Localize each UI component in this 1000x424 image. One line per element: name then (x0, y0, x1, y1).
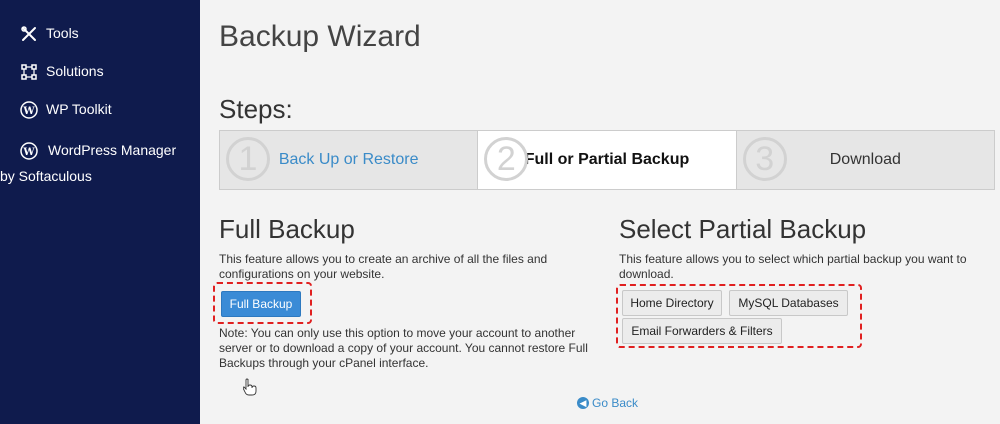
step-label[interactable]: Back Up or Restore (279, 151, 419, 169)
email-forwarders-filters-button[interactable]: Email Forwarders & Filters (622, 318, 782, 344)
sidebar-item-label: WP Toolkit (46, 101, 112, 117)
sidebar-item-label: WordPress Manager (48, 142, 177, 158)
step-download: 3 Download (736, 131, 994, 189)
sidebar-item-solutions[interactable]: Solutions (20, 63, 104, 81)
full-backup-description: This feature allows you to create an arc… (219, 252, 548, 281)
go-back-label: Go Back (592, 396, 639, 410)
sidebar-item-label: Tools (46, 25, 79, 41)
step-label: Full or Partial Backup (524, 151, 690, 168)
step-number: 2 (484, 137, 529, 181)
main-content: Backup Wizard Steps: 1 Back Up or Restor… (200, 0, 1000, 424)
wordpress-icon: W (20, 142, 38, 161)
full-backup-note: Note: You can only use this option to mo… (219, 326, 588, 370)
hand-cursor-icon (243, 378, 257, 396)
step-label: Download (829, 151, 901, 168)
go-back-link[interactable]: ◀ Go Back (577, 396, 638, 410)
steps-bar: 1 Back Up or Restore 2 Full or Partial B… (219, 130, 995, 190)
sidebar: Tools Solutions W WP Toolkit W WordPress… (0, 0, 200, 424)
wordpress-icon: W (20, 101, 38, 119)
step-number: 1 (226, 137, 270, 181)
step-number: 3 (742, 137, 787, 181)
arrow-left-icon: ◀ (577, 397, 589, 409)
steps-heading: Steps: (219, 94, 293, 124)
sidebar-item-label-2: by Softaculous (0, 168, 92, 184)
home-directory-button[interactable]: Home Directory (622, 290, 722, 316)
partial-backup-description: This feature allows you to select which … (619, 252, 967, 281)
solutions-icon (20, 63, 38, 81)
sidebar-item-label: Solutions (46, 63, 104, 79)
step-back-up-or-restore[interactable]: 1 Back Up or Restore (220, 131, 479, 189)
sidebar-item-wordpress-manager[interactable]: W WordPress Manager by Softaculous (0, 137, 195, 189)
tools-icon (20, 25, 38, 43)
sidebar-item-tools[interactable]: Tools (20, 25, 79, 43)
svg-text:W: W (22, 147, 35, 158)
page-title: Backup Wizard (219, 20, 421, 53)
sidebar-item-wp-toolkit[interactable]: W WP Toolkit (20, 101, 112, 119)
svg-text:W: W (22, 106, 35, 117)
full-backup-button[interactable]: Full Backup (221, 291, 301, 317)
mysql-databases-button[interactable]: MySQL Databases (729, 290, 848, 316)
step-full-or-partial-backup: 2 Full or Partial Backup (478, 131, 737, 189)
partial-backup-title: Select Partial Backup (619, 214, 867, 244)
full-backup-title: Full Backup (219, 214, 355, 244)
